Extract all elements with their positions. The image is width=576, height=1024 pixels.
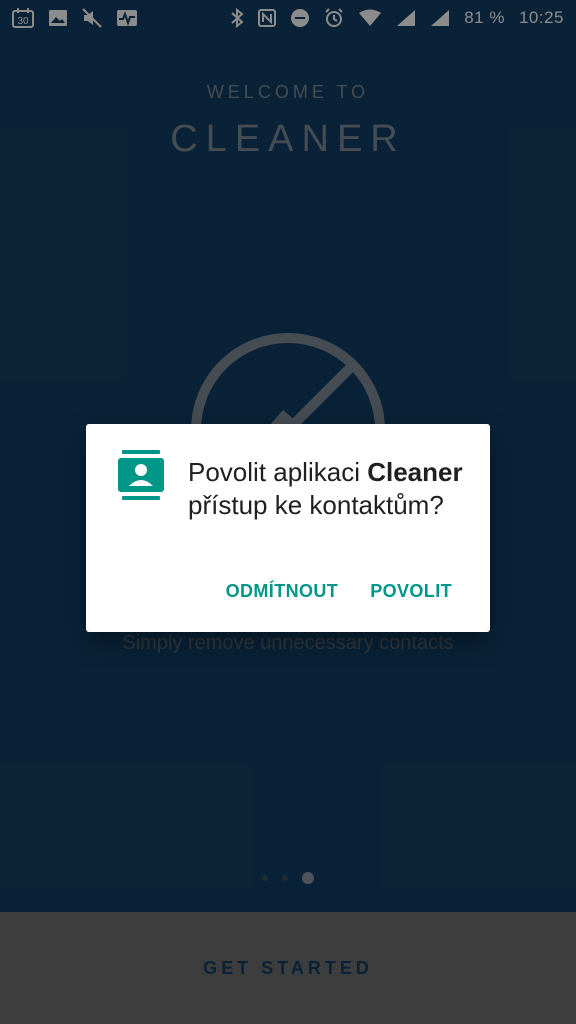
deny-button[interactable]: ODMÍTNOUT [226,581,339,602]
dialog-message-app: Cleaner [367,457,463,487]
screen: 30 81 % 10:25 WELCOME TO CLEANER Simply … [0,0,576,1024]
contacts-icon [118,450,164,500]
allow-button[interactable]: POVOLIT [370,581,452,602]
dialog-message-part2: přístup ke kontaktům? [188,490,444,520]
dialog-message: Povolit aplikaci Cleaner přístup ke kont… [188,456,468,522]
permission-dialog: Povolit aplikaci Cleaner přístup ke kont… [86,424,490,632]
dialog-message-part1: Povolit aplikaci [188,457,368,487]
dialog-actions: ODMÍTNOUT POVOLIT [226,581,452,602]
